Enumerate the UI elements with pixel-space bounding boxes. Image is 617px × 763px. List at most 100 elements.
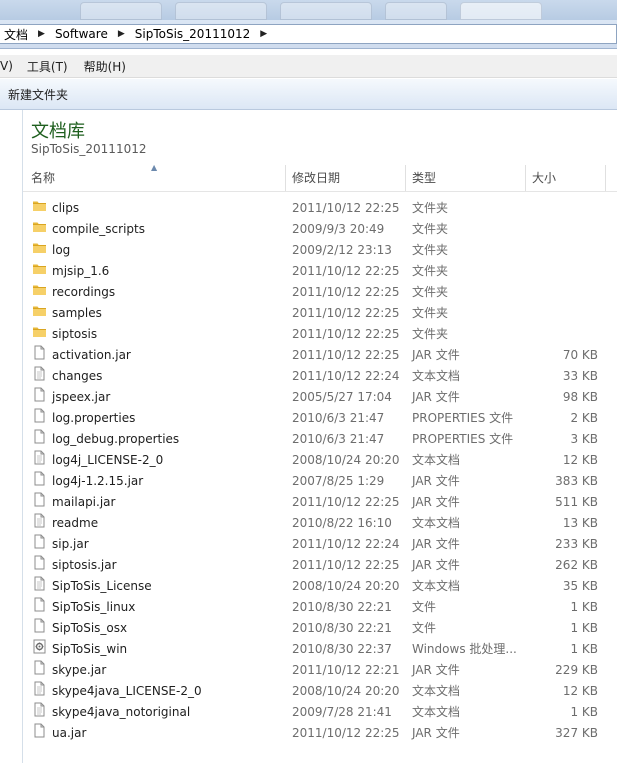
text-file-icon [32, 366, 47, 381]
file-row[interactable]: log_debug.properties 2010/6/3 21:47 PROPER… [23, 429, 617, 450]
file-row[interactable]: log4j-1.2.15.jar 2007/8/25 1:29 JAR 文件 383 … [23, 471, 617, 492]
file-icon [32, 723, 47, 738]
breadcrumb[interactable]: 文档 ▶ Software ▶ SipToSis_20111012 ▶ [0, 24, 617, 44]
breadcrumb-arrow-icon[interactable]: ▶ [112, 29, 131, 39]
text-file-icon [32, 513, 47, 528]
file-row[interactable]: SipToSis_linux 2010/8/30 22:21 文件 1 KB [23, 597, 617, 618]
breadcrumb-arrow-icon[interactable]: ▶ [254, 29, 273, 39]
breadcrumb-item-documents[interactable]: 文档 [0, 26, 32, 43]
file-date-modified: 2011/10/12 22:25 [292, 327, 400, 341]
file-date-modified: 2011/10/12 22:25 [292, 495, 400, 509]
file-name: sip.jar [52, 537, 89, 551]
file-row[interactable]: log.properties 2010/6/3 21:47 PROPERTIES 文… [23, 408, 617, 429]
file-type: 文本文档 [412, 516, 461, 530]
library-title: 文档库 [31, 121, 85, 142]
file-size: 327 KB [555, 726, 598, 740]
file-name: readme [52, 516, 99, 530]
file-type: 文本文档 [412, 369, 461, 383]
file-date-modified: 2011/10/12 22:21 [292, 663, 400, 677]
column-header-type[interactable]: 类型 [412, 165, 436, 191]
window-title-strip [0, 0, 617, 20]
file-name: recordings [52, 285, 116, 299]
file-row[interactable]: SipToSis_License 2008/10/24 20:20 文本文档 35 K… [23, 576, 617, 597]
file-row[interactable]: jspeex.jar 2005/5/27 17:04 JAR 文件 98 KB [23, 387, 617, 408]
file-row[interactable]: SipToSis_win 2010/8/30 22:37 Windows 批处理..… [23, 639, 617, 660]
column-divider[interactable] [285, 165, 286, 191]
background-tab [280, 2, 372, 20]
file-type: 文本文档 [412, 684, 461, 698]
file-row[interactable]: changes 2011/10/12 22:24 文本文档 33 KB [23, 366, 617, 387]
file-size: 35 KB [562, 579, 598, 593]
file-row[interactable]: log4j_LICENSE-2_0 2008/10/24 20:20 文本文档 12 … [23, 450, 617, 471]
column-header-name[interactable]: 名称 [31, 165, 55, 191]
breadcrumb-arrow-icon[interactable]: ▶ [32, 29, 51, 39]
file-row[interactable]: skype4java_LICENSE-2_0 2008/10/24 20:20 文本… [23, 681, 617, 702]
file-size: 70 KB [562, 348, 598, 362]
file-icon [32, 555, 47, 570]
file-date-modified: 2011/10/12 22:24 [292, 537, 400, 551]
column-divider[interactable] [605, 165, 606, 191]
menu-view[interactable]: V) [0, 59, 19, 73]
file-list: clips 2011/10/12 22:25 文件夹 compile_scripts 2… [23, 198, 617, 744]
navigation-pane[interactable] [0, 110, 23, 763]
menu-help[interactable]: 帮助(H) [76, 58, 134, 75]
file-row[interactable]: SipToSis_osx 2010/8/30 22:21 文件 1 KB [23, 618, 617, 639]
file-row[interactable]: compile_scripts 2009/9/3 20:49 文件夹 [23, 219, 617, 240]
file-date-modified: 2011/10/12 22:25 [292, 306, 400, 320]
file-type: PROPERTIES 文件 [412, 411, 514, 425]
column-header-size[interactable]: 大小 [532, 165, 556, 191]
file-type: 文件夹 [412, 222, 449, 236]
file-row[interactable]: recordings 2011/10/12 22:25 文件夹 [23, 282, 617, 303]
file-icon [32, 618, 47, 633]
new-folder-button[interactable]: 新建文件夹 [0, 86, 76, 103]
file-row[interactable]: skype4java_notoriginal 2009/7/28 21:41 文本文… [23, 702, 617, 723]
file-date-modified: 2011/10/12 22:25 [292, 264, 400, 278]
file-name: mailapi.jar [52, 495, 116, 509]
file-size: 33 KB [562, 369, 598, 383]
file-row[interactable]: siptosis 2011/10/12 22:25 文件夹 [23, 324, 617, 345]
file-row[interactable]: sip.jar 2011/10/12 22:24 JAR 文件 233 KB [23, 534, 617, 555]
file-date-modified: 2009/7/28 21:41 [292, 705, 392, 719]
file-type: 文件夹 [412, 243, 449, 257]
file-size: 262 KB [555, 558, 598, 572]
file-row[interactable]: readme 2010/8/22 16:10 文本文档 13 KB [23, 513, 617, 534]
file-row[interactable]: log 2009/2/12 23:13 文件夹 [23, 240, 617, 261]
file-row[interactable]: samples 2011/10/12 22:25 文件夹 [23, 303, 617, 324]
folder-icon [32, 324, 47, 339]
address-bar[interactable]: 文档 ▶ Software ▶ SipToSis_20111012 ▶ [0, 20, 617, 49]
file-name: skype.jar [52, 663, 107, 677]
background-tab [175, 2, 267, 20]
file-row[interactable]: siptosis.jar 2011/10/12 22:25 JAR 文件 262 KB [23, 555, 617, 576]
file-row[interactable]: clips 2011/10/12 22:25 文件夹 [23, 198, 617, 219]
file-name: skype4java_notoriginal [52, 705, 191, 719]
file-name: clips [52, 201, 80, 215]
column-header-date[interactable]: 修改日期 [292, 165, 340, 191]
folder-icon [32, 303, 47, 318]
file-date-modified: 2011/10/12 22:25 [292, 348, 400, 362]
file-name: log4j-1.2.15.jar [52, 474, 144, 488]
file-icon [32, 660, 47, 675]
file-row[interactable]: skype.jar 2011/10/12 22:21 JAR 文件 229 KB [23, 660, 617, 681]
file-size: 98 KB [562, 390, 598, 404]
breadcrumb-item-software[interactable]: Software [51, 27, 112, 41]
file-row[interactable]: mjsip_1.6 2011/10/12 22:25 文件夹 [23, 261, 617, 282]
breadcrumb-item-siptosis[interactable]: SipToSis_20111012 [131, 27, 254, 41]
file-date-modified: 2010/8/30 22:37 [292, 642, 392, 656]
folder-icon [32, 198, 47, 213]
menu-tools[interactable]: 工具(T) [19, 58, 76, 75]
file-row[interactable]: mailapi.jar 2011/10/12 22:25 JAR 文件 511 KB [23, 492, 617, 513]
column-divider[interactable] [405, 165, 406, 191]
file-date-modified: 2010/6/3 21:47 [292, 411, 385, 425]
file-row[interactable]: ua.jar 2011/10/12 22:25 JAR 文件 327 KB [23, 723, 617, 744]
file-name: SipToSis_linux [52, 600, 136, 614]
file-size: 229 KB [555, 663, 598, 677]
file-name: compile_scripts [52, 222, 145, 236]
file-row[interactable]: activation.jar 2011/10/12 22:25 JAR 文件 70 K… [23, 345, 617, 366]
file-name: siptosis.jar [52, 558, 117, 572]
file-type: Windows 批处理... [412, 642, 517, 656]
file-type: 文件 [412, 600, 437, 614]
file-type: JAR 文件 [412, 558, 460, 572]
file-name: SipToSis_License [52, 579, 152, 593]
column-divider[interactable] [525, 165, 526, 191]
folder-icon [32, 282, 47, 297]
